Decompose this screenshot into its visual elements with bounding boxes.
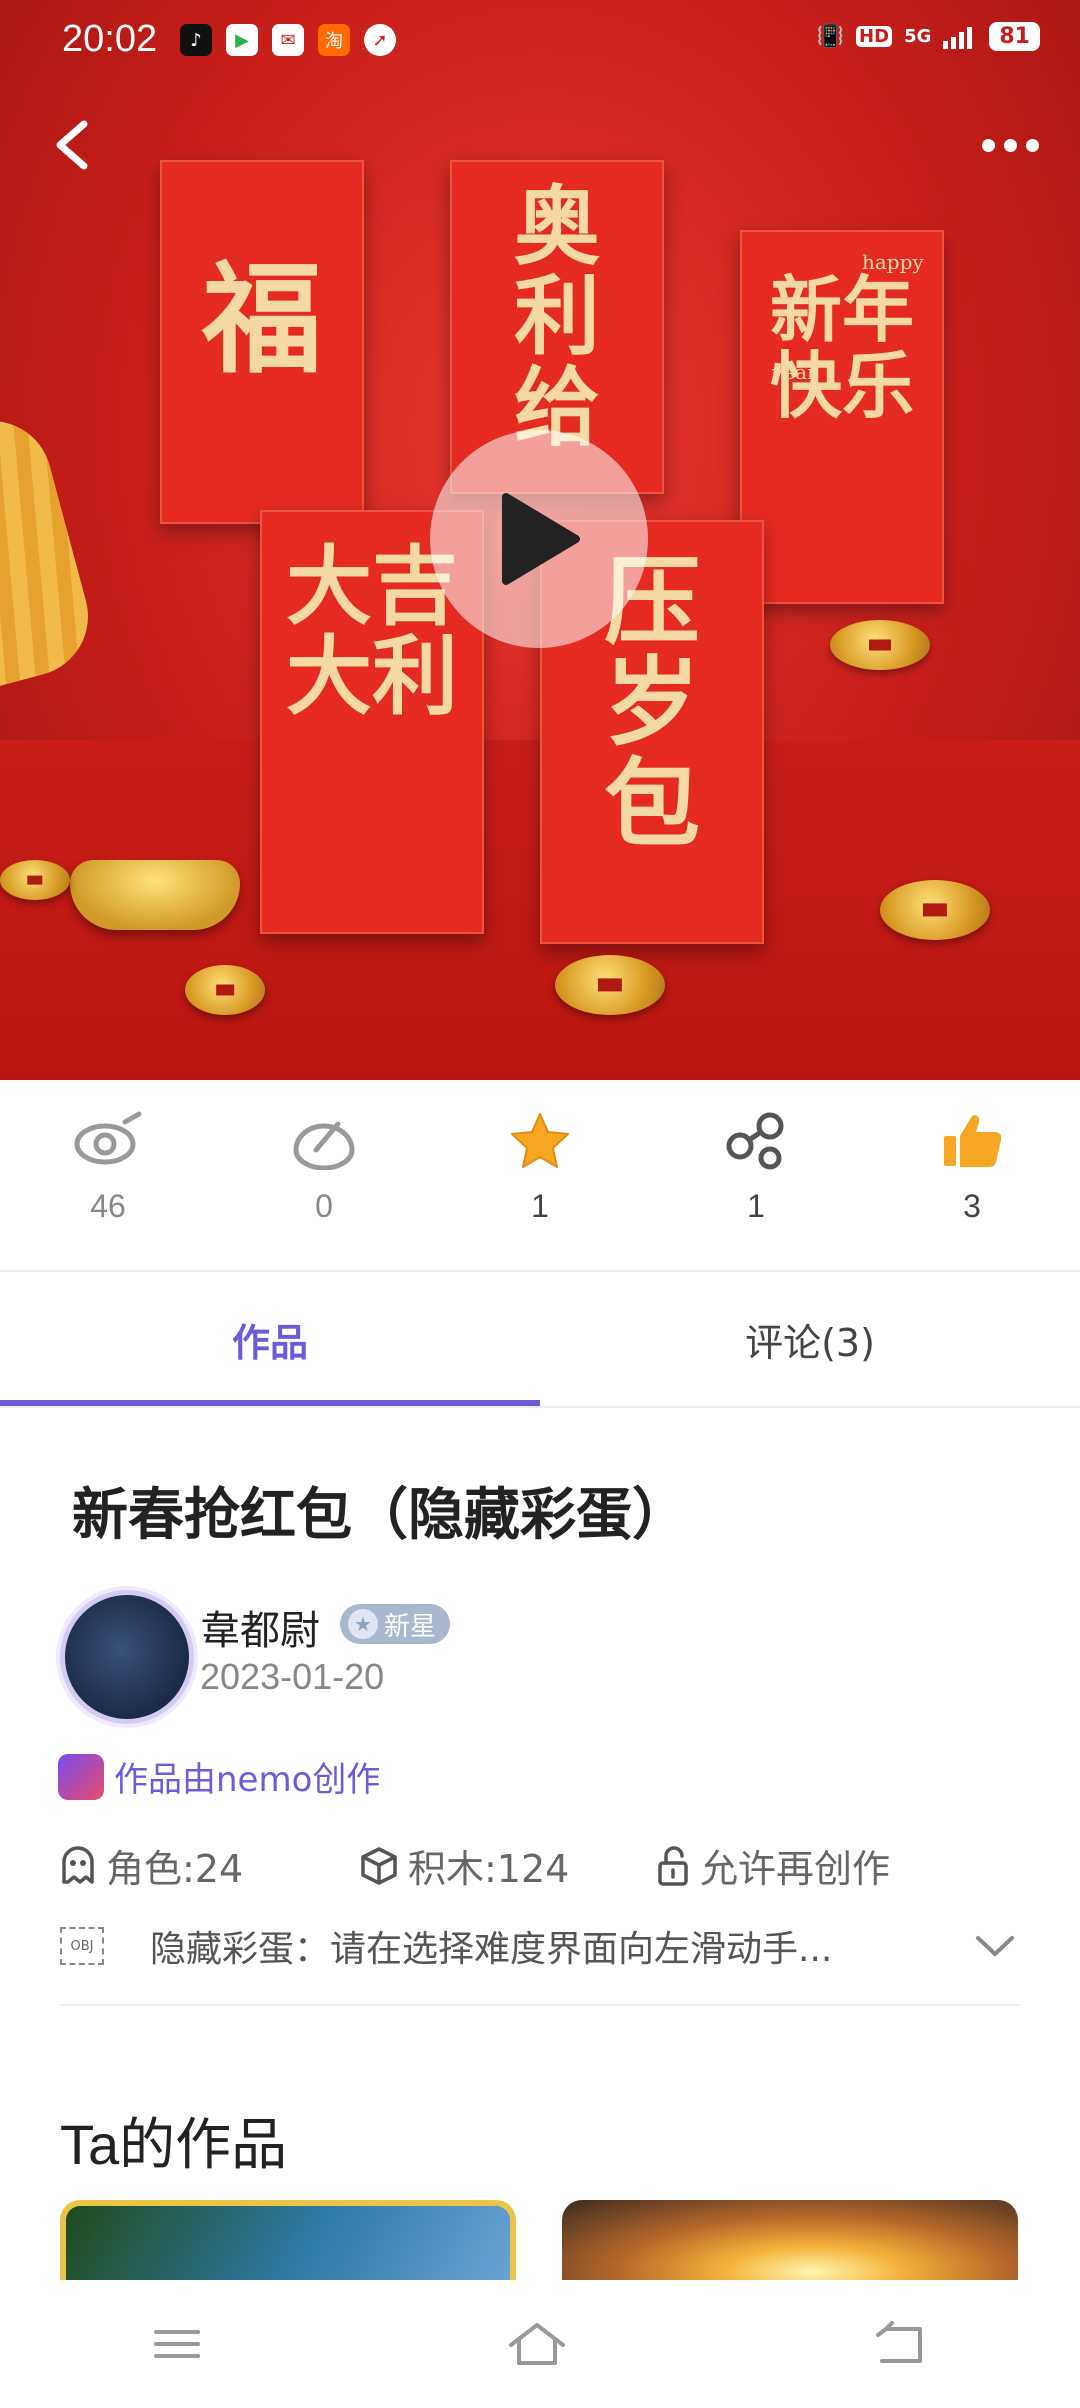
tab-comments[interactable]: 评论(3) bbox=[540, 1272, 1080, 1406]
network-type: 5G bbox=[904, 26, 932, 47]
license-label: 允许再创作 bbox=[700, 1847, 891, 1891]
battery-indicator: 81 bbox=[989, 22, 1040, 51]
back-button[interactable] bbox=[40, 110, 110, 180]
view-icon bbox=[74, 1111, 142, 1165]
signal-icon bbox=[943, 26, 973, 49]
stats-row: 46 0 1 1 3 bbox=[0, 1080, 1080, 1270]
roles-count: 角色:24 bbox=[60, 1838, 360, 1893]
divider bbox=[0, 1406, 1080, 1408]
stat-views-count: 46 bbox=[90, 1188, 126, 1224]
ghost-icon bbox=[62, 1845, 94, 1884]
work-title: 新春抢红包（隐藏彩蛋） bbox=[72, 1483, 688, 1548]
stat-shares[interactable]: 1 bbox=[648, 1080, 864, 1270]
license-info: 允许再创作 bbox=[656, 1838, 890, 1893]
stat-views[interactable]: 46 bbox=[0, 1080, 216, 1270]
stat-favorites-count: 1 bbox=[531, 1188, 549, 1224]
author-works-title: Ta的作品 bbox=[60, 2113, 288, 2176]
more-dot-icon bbox=[1025, 138, 1039, 152]
star-badge-icon: ★ bbox=[348, 1609, 378, 1639]
status-time: 20:02 bbox=[62, 18, 158, 60]
envelope-fu-text: 福 bbox=[202, 249, 322, 390]
more-dot-icon bbox=[981, 138, 995, 152]
blocks-count: 积木:124 bbox=[360, 1838, 656, 1893]
stat-rerun[interactable]: 0 bbox=[216, 1080, 432, 1270]
envelope-aoligei-text: 奥利给 bbox=[514, 176, 600, 458]
envelope-xinnian: happy year 新年快乐 bbox=[740, 230, 944, 604]
share-icon bbox=[726, 1112, 784, 1170]
stat-favorites[interactable]: 1 bbox=[432, 1080, 648, 1270]
system-nav-bar bbox=[0, 2280, 1080, 2408]
envelope-xinnian-text: 新年快乐 bbox=[769, 267, 914, 428]
description-text: 隐藏彩蛋：请在选择难度界面向左滑动手... bbox=[150, 1929, 833, 1970]
thumbs-up-icon bbox=[944, 1115, 1002, 1167]
roles-label: 角色:24 bbox=[106, 1847, 244, 1891]
menu-icon[interactable] bbox=[152, 2324, 202, 2364]
made-with-label: 作品由nemo创作 bbox=[114, 1760, 381, 1800]
hero-video-cover[interactable]: 福 奥利给 happy year 新年快乐 大吉大利 压岁包 20:02 ♪ ▶… bbox=[0, 0, 1080, 1080]
more-dot-icon bbox=[1003, 138, 1017, 152]
work-card[interactable] bbox=[562, 2200, 1018, 2280]
made-with-nemo-link[interactable]: 作品由nemo创作 bbox=[58, 1752, 380, 1801]
work-card[interactable] bbox=[60, 2200, 516, 2280]
gold-coin bbox=[555, 955, 665, 1015]
tab-works[interactable]: 作品 bbox=[0, 1272, 540, 1406]
play-icon bbox=[502, 493, 580, 585]
home-icon[interactable] bbox=[507, 2321, 567, 2367]
play-button[interactable] bbox=[430, 430, 648, 648]
star-icon bbox=[511, 1113, 569, 1168]
mail-icon: ✉ bbox=[272, 24, 304, 56]
work-description[interactable]: OBJ 隐藏彩蛋：请在选择难度界面向左滑动手... bbox=[60, 1920, 1020, 1972]
cube-icon bbox=[361, 1846, 397, 1885]
stat-likes-count: 3 bbox=[963, 1188, 981, 1224]
status-app-icons: ♪ ▶ ✉ 淘 ➚ bbox=[180, 24, 396, 56]
video-player-icon: ▶ bbox=[226, 24, 258, 56]
author-name[interactable]: 韋都尉 bbox=[200, 1598, 320, 1656]
decorative-fan bbox=[0, 407, 102, 693]
taobao-icon: 淘 bbox=[318, 24, 350, 56]
status-right: 📳 HD 5G 81 bbox=[817, 22, 1040, 51]
nemo-app-icon bbox=[58, 1753, 104, 1800]
gold-coin bbox=[830, 620, 930, 670]
back-nav-icon[interactable] bbox=[872, 2321, 928, 2367]
gold-ingot bbox=[70, 860, 240, 930]
publish-date: 2023-01-20 bbox=[200, 1656, 385, 1697]
gold-coin bbox=[0, 860, 70, 900]
divider bbox=[60, 2004, 1020, 2006]
envelope-fu: 福 bbox=[160, 160, 364, 524]
stat-rerun-count: 0 bbox=[315, 1188, 333, 1224]
rerun-icon bbox=[293, 1121, 355, 1170]
blocks-label: 积木:124 bbox=[408, 1847, 570, 1891]
chevron-down-icon[interactable] bbox=[970, 1926, 1020, 1966]
chevron-left-icon bbox=[56, 120, 88, 170]
badge-label: 新星 bbox=[384, 1611, 437, 1642]
vibrate-icon: 📳 bbox=[816, 24, 845, 49]
author-level-badge: ★ 新星 bbox=[340, 1604, 451, 1644]
compass-icon: ➚ bbox=[364, 24, 396, 56]
work-meta: 角色:24 积木:124 允许再创作 bbox=[60, 1838, 890, 1893]
hd-badge: HD bbox=[856, 26, 893, 47]
obj-icon: OBJ bbox=[60, 1927, 104, 1965]
gold-coin bbox=[880, 880, 990, 940]
tab-bar: 作品 评论(3) bbox=[0, 1272, 1080, 1406]
status-bar: 20:02 ♪ ▶ ✉ 淘 ➚ 📳 HD 5G 81 bbox=[0, 0, 1080, 84]
douyin-icon: ♪ bbox=[180, 24, 212, 56]
unlock-icon bbox=[658, 1845, 688, 1886]
author-avatar[interactable] bbox=[60, 1590, 194, 1724]
stat-likes[interactable]: 3 bbox=[864, 1080, 1080, 1270]
gold-coin bbox=[185, 965, 265, 1015]
stat-shares-count: 1 bbox=[747, 1188, 765, 1224]
more-options-button[interactable] bbox=[970, 120, 1050, 170]
